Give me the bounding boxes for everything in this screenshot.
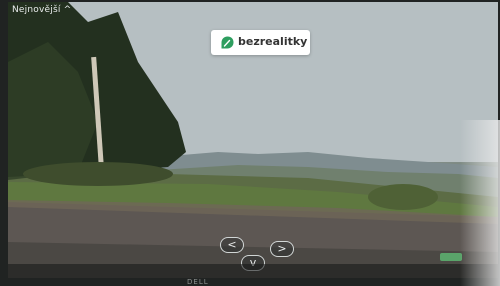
map-footer-bar <box>8 264 498 278</box>
arrow-right-icon: > <box>277 242 287 255</box>
monitor-brand: DELL <box>187 278 209 286</box>
logo-text: bezrealitky <box>238 35 308 48</box>
bezrealitky-logo[interactable]: bezrealitky <box>211 30 310 55</box>
arrow-right-button[interactable]: > <box>270 241 294 257</box>
footer-green-button[interactable] <box>440 253 462 261</box>
screen-glare <box>460 120 500 286</box>
arrow-left-icon: < <box>227 238 237 251</box>
bezrealitky-leaf-icon <box>221 36 234 49</box>
monitor-screen: Nejnovější ^ bezrealitky < > v <box>8 2 498 278</box>
sort-dropdown[interactable]: Nejnovější ^ <box>12 5 71 15</box>
photo-frame: Nejnovější ^ bezrealitky < > v DELL <box>0 0 500 286</box>
bushes-left <box>23 162 173 186</box>
shrubs-right <box>368 184 438 210</box>
arrow-left-button[interactable]: < <box>220 237 244 253</box>
